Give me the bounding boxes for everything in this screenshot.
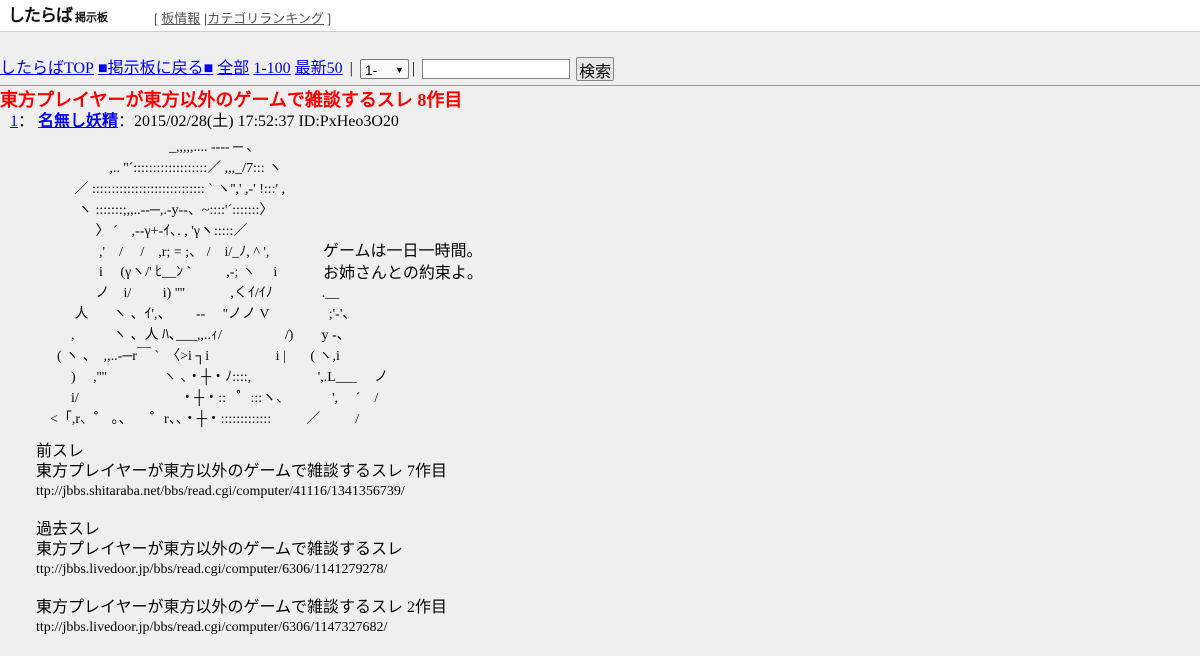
bracket-open: [ — [154, 11, 158, 26]
chevron-down-icon: ▼ — [394, 65, 404, 75]
ascii-art: _,,,,,.... ---- ─ ､ ,.. ''´:::::::::::::… — [36, 138, 388, 431]
thread-reference-block: 東方プレイヤーが東方以外のゲームで雑談するスレ 2作目 ttp://jbbs.li… — [36, 598, 447, 638]
bracket-close: ] — [327, 11, 332, 26]
reference-url: ttp://jbbs.livedoor.jp/bbs/read.cgi/comp… — [36, 562, 388, 577]
post-body: 前スレ東方プレイヤーが東方以外のゲームで雑談するスレ 7作目 ttp://jbbs… — [36, 442, 447, 656]
all-posts-link[interactable]: 全部 — [217, 57, 249, 81]
reference-title: 東方プレイヤーが東方以外のゲームで雑談するスレ 7作目 — [36, 463, 448, 480]
range-select-value: 1- — [364, 62, 378, 78]
search-button[interactable]: 検索 — [576, 57, 615, 81]
aa-line: , ヽ 、人 ﾊ､___,,..ｨ/ /) y -、 — [36, 328, 351, 344]
aa-line: 人 ヽ 、ｲ',、 ‐- ''ノノ V ;'-'、 — [36, 307, 357, 323]
aa-line: i/ ・┼・:: ゜:::ヽ、 ', ´ / — [36, 390, 379, 406]
aa-line: ヽ :::::::;,,..--─,.-y--、~::::'´:::::::〉 — [36, 202, 274, 218]
poster-name-link[interactable]: 名無し妖精 — [38, 113, 118, 130]
category-ranking-link[interactable]: カテゴリランキング — [207, 11, 324, 26]
logo-main-text: したらば — [8, 6, 73, 26]
aa-line: ／ ::::::::::::::::::::::::::::: ` ヽ'',' … — [36, 181, 286, 197]
aa-line: _,,,,,.... ---- ─ ､ — [36, 140, 254, 155]
site-header: したらば 掲示板 [ 板情報 |カテゴリランキング ] — [0, 0, 1200, 32]
nav-pipe: | — [349, 60, 353, 77]
back-to-board-link[interactable]: ■掲示板に戻る■ — [98, 57, 213, 81]
search-input[interactable] — [422, 59, 571, 79]
post-header: 1： 名無し妖精：2015/02/28(土) 17:52:37 ID:PxHeo… — [10, 112, 399, 132]
reference-label: 過去スレ — [36, 521, 101, 538]
reference-url: ttp://jbbs.shitaraba.net/bbs/read.cgi/co… — [36, 484, 405, 499]
logo-sub-text: 掲示板 — [75, 11, 108, 24]
reference-title: 東方プレイヤーが東方以外のゲームで雑談するスレ 2作目 — [36, 599, 448, 616]
reference-label: 前スレ — [36, 443, 85, 460]
aa-line: ,.. ''´:::::::::::::::::::／ ,,,_/7::: ヽ — [36, 160, 283, 176]
aa-caption-2: お姉さんとの約束よ。 — [323, 265, 483, 282]
range-select[interactable]: 1- ▼ — [359, 59, 409, 79]
board-info-link[interactable]: 板情報 — [161, 11, 200, 26]
thread-reference-block: 前スレ東方プレイヤーが東方以外のゲームで雑談するスレ 7作目 ttp://jbbs… — [36, 442, 447, 502]
aa-line: ノ i/ i) '''' ,くｲ/ｲﾉ .__ — [36, 286, 340, 302]
reference-title: 東方プレイヤーが東方以外のゲームで雑談するスレ — [36, 541, 404, 558]
aa-caption-1: ゲームは一日一時間。 — [323, 243, 483, 260]
post-meta: ：2015/02/28(土) 17:52:37 ID:PxHeo3O20 — [118, 113, 399, 130]
nav-pipe-2: | — [411, 60, 416, 77]
thread-title: 東方プレイヤーが東方以外のゲームで雑談するスレ 8作目 — [0, 90, 463, 110]
range-1-100-link[interactable]: 1-100 — [253, 57, 290, 81]
aa-line: ( ヽ 、 ,,..-─r￣ ` 〈>i ┐i i | ( ヽ,i — [36, 349, 340, 365]
reference-url: ttp://jbbs.livedoor.jp/bbs/read.cgi/comp… — [36, 620, 388, 635]
header-links: [ 板情報 |カテゴリランキング ] — [154, 8, 331, 27]
shitaraba-top-link[interactable]: したらばTOP — [0, 57, 94, 81]
latest-50-link[interactable]: 最新50 — [295, 57, 343, 81]
thread-reference-block: 過去スレ東方プレイヤーが東方以外のゲームで雑談するスレ ttp://jbbs.li… — [36, 520, 447, 580]
post-number-colon: ： — [18, 113, 35, 130]
divider-line — [0, 85, 1200, 86]
aa-line: ) ,'''' ヽ 、・┼・ﾉ::::, ',.L___ ノ — [36, 369, 389, 385]
post-number-link[interactable]: 1 — [10, 113, 18, 130]
thread-nav: したらばTOP ■掲示板に戻る■ 全部 1-100 最新50 | 1- ▼ | … — [0, 56, 615, 82]
aa-line: <「,r、゜ 。、 ゜r、、・┼・::::::::::::: ／ / — [36, 411, 360, 427]
site-logo[interactable]: したらば 掲示板 — [8, 6, 108, 28]
